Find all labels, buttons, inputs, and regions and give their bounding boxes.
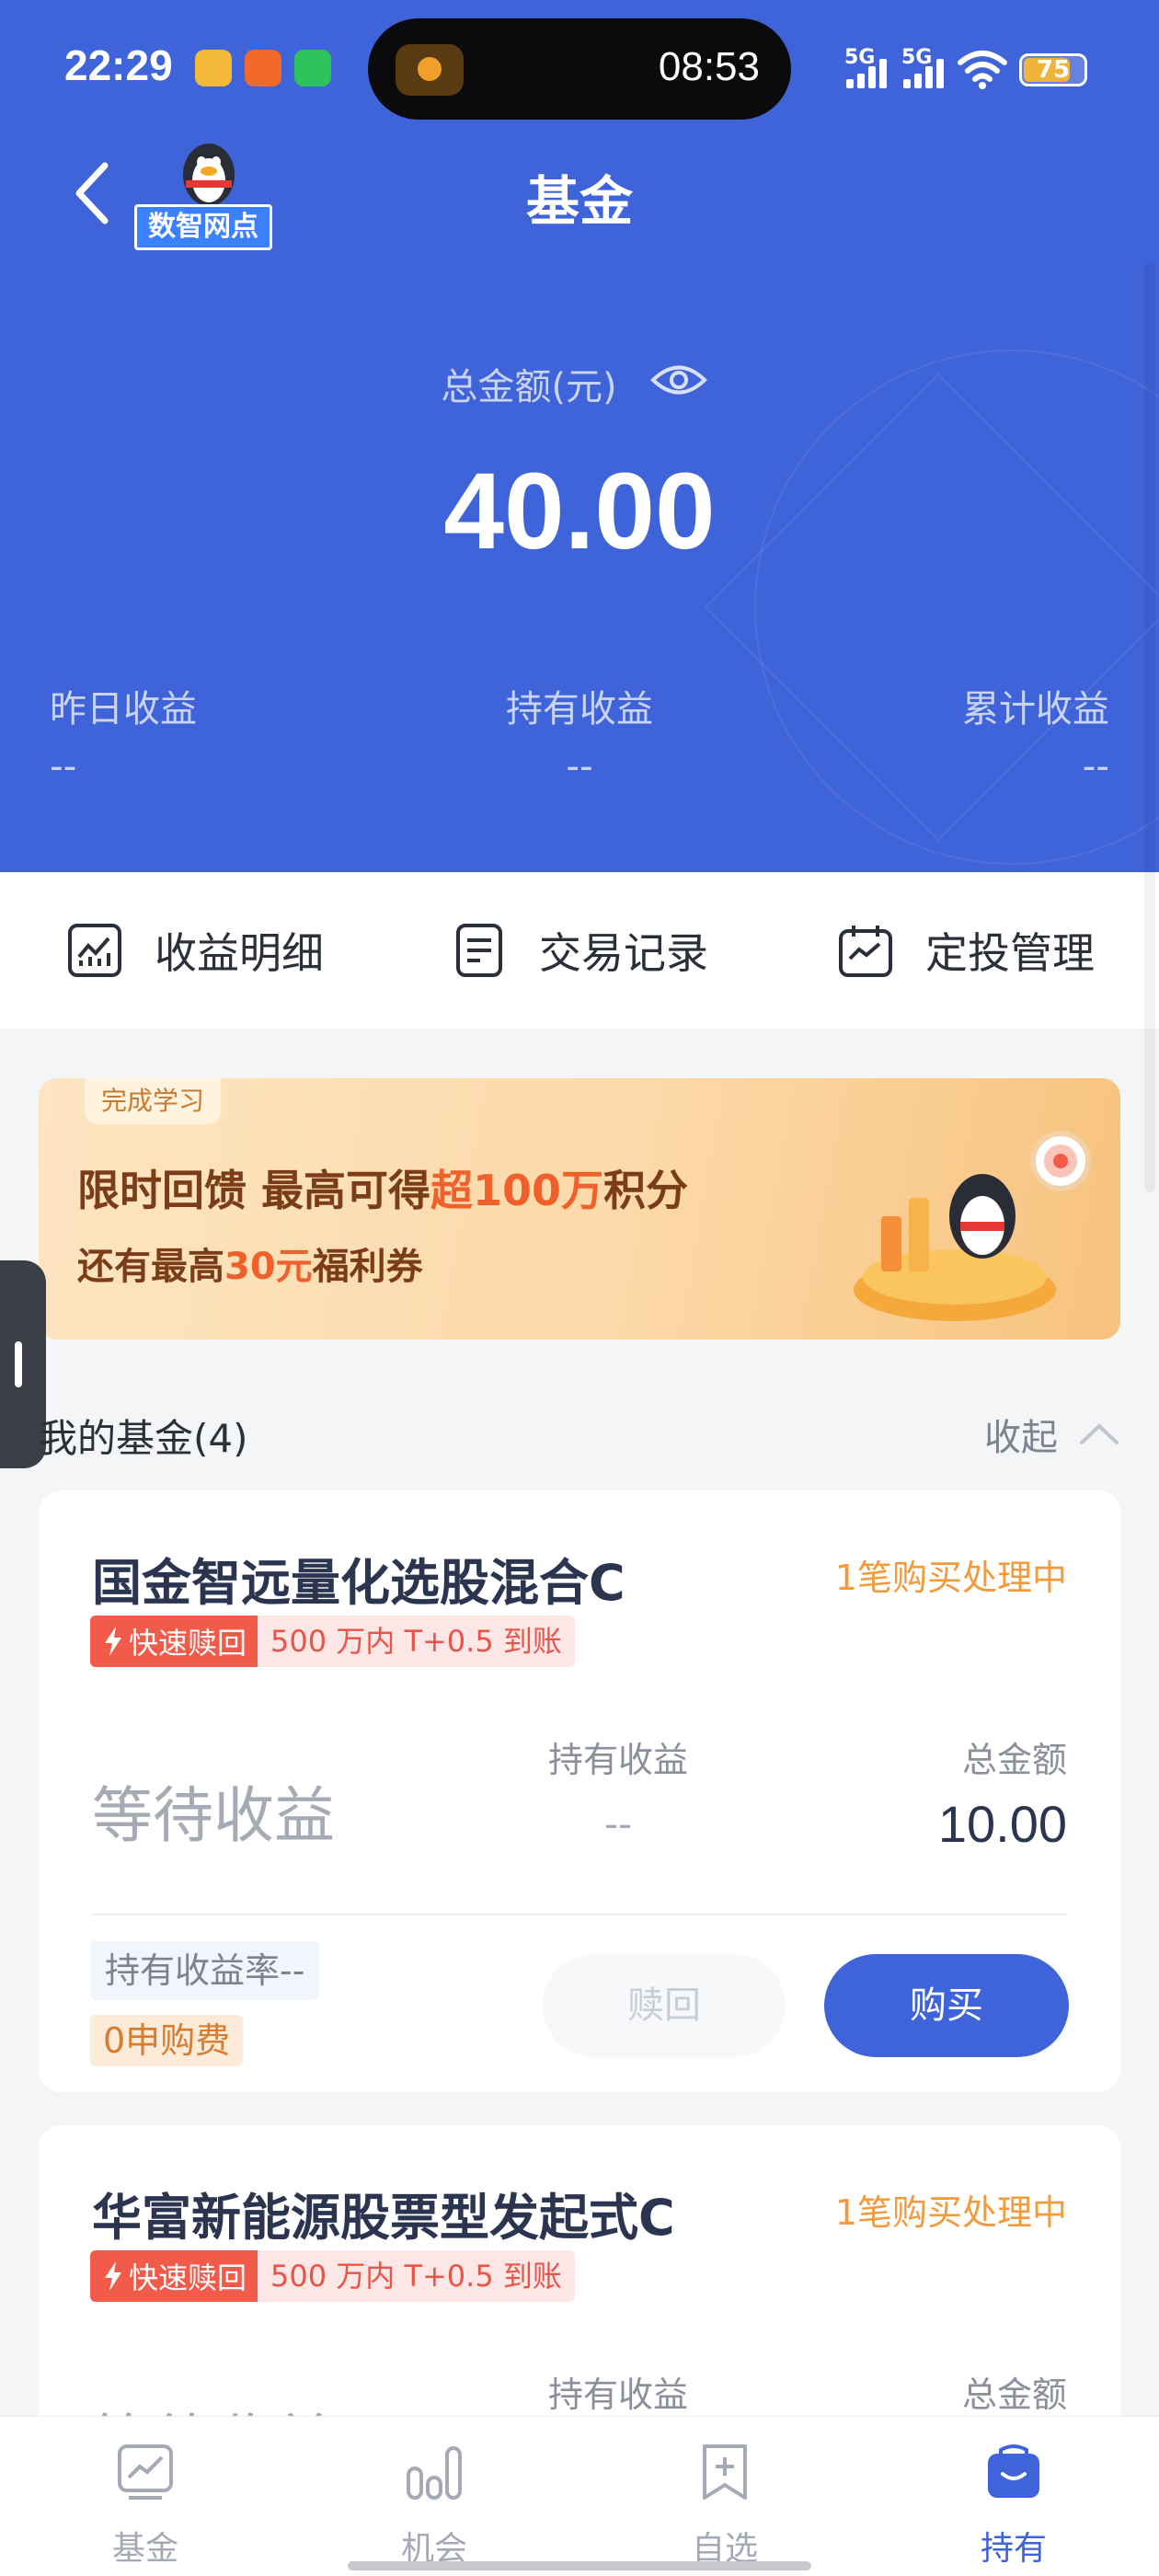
stat-cumulative-label: 累计收益 — [962, 688, 1109, 730]
header-panel: 22:29 08:53 5G 5G 75 数智网点 基金 总金额(元) 40.0… — [0, 0, 1159, 872]
tab-watchlist[interactable]: 自选 — [633, 2417, 817, 2576]
holding-rate-chip: 持有收益率-- — [90, 1941, 320, 2000]
app-notification-icon — [195, 50, 232, 86]
fast-redeem-tag: 快速赎回 500 万内 T+0.5 到账 — [90, 1616, 575, 1667]
banner-subline: 还有最高30元福利券 — [77, 1246, 423, 1288]
tab-opportunity[interactable]: 机会 — [342, 2417, 526, 2576]
promo-banner[interactable]: 完成学习 限时回馈 最高可得超100万积分 还有最高30元福利券 — [39, 1078, 1120, 1340]
calendar-icon — [839, 926, 892, 977]
battery-icon: 75 — [1019, 53, 1087, 86]
divider — [92, 1914, 1067, 1915]
action-auto-invest[interactable]: 定投管理 — [837, 872, 1095, 1029]
tab-holdings[interactable]: 持有 — [922, 2417, 1106, 2576]
scrollbar[interactable] — [1144, 263, 1155, 1192]
action-transaction-records[interactable]: 交易记录 — [451, 872, 708, 1029]
fast-redeem-info: 500 万内 T+0.5 到账 — [258, 2250, 575, 2302]
action-label: 收益明细 — [155, 928, 324, 978]
banner-tag: 完成学习 — [85, 1078, 222, 1124]
eye-icon[interactable] — [649, 357, 708, 403]
timer-icon — [396, 44, 464, 96]
fund-status[interactable]: 1笔购买处理中 — [835, 1549, 1067, 1600]
stat-cumulative-value: -- — [1082, 743, 1109, 788]
fund-status[interactable]: 1笔购买处理中 — [835, 2184, 1067, 2235]
tab-label: 持有 — [980, 2530, 1047, 2568]
quick-actions: 收益明细 交易记录 定投管理 — [0, 872, 1159, 1029]
home-indicator[interactable] — [348, 2561, 811, 2570]
lightning-icon — [105, 1627, 121, 1656]
chevron-up-icon[interactable] — [1076, 1415, 1122, 1452]
chart-icon — [68, 924, 121, 977]
holding-earnings-value: -- — [603, 1801, 633, 1846]
fast-redeem-info: 500 万内 T+0.5 到账 — [258, 1616, 575, 1667]
fast-redeem-tag: 快速赎回 500 万内 T+0.5 到账 — [90, 2250, 575, 2302]
total-amount-label: 总金额(元) — [441, 366, 617, 408]
tab-label: 基金 — [111, 2530, 178, 2568]
my-funds-title: 我的基金(4) — [39, 1416, 248, 1461]
fund-card[interactable]: 华富新能源股票型发起式C 1笔购买处理中 快速赎回 500 万内 T+0.5 到… — [39, 2125, 1120, 2456]
wifi-icon — [958, 51, 1007, 89]
banner-headline: 限时回馈 最高可得超100万积分 — [77, 1166, 689, 1215]
fund-chart-icon — [118, 2444, 173, 2500]
collapse-button[interactable]: 收起 — [984, 1408, 1058, 1461]
bottom-tab-bar: 基金 机会 自选 持有 — [0, 2416, 1159, 2576]
fund-total-value: 10.00 — [937, 1795, 1067, 1853]
lightning-icon — [105, 2261, 121, 2291]
signal-bars-icon — [903, 57, 947, 88]
fund-total-label: 总金额 — [961, 1740, 1067, 1780]
island-timer-text: 08:53 — [658, 44, 760, 89]
bar-chart-icon — [407, 2446, 462, 2500]
subscription-fee-chip: 0申购费 — [90, 2015, 244, 2066]
buy-button[interactable]: 购买 — [824, 1954, 1069, 2057]
document-icon — [456, 924, 502, 977]
battery-level: 75 — [1036, 56, 1071, 84]
fund-total-label: 总金额 — [961, 2375, 1067, 2415]
wechat-icon — [294, 50, 331, 86]
fund-name: 国金智远量化选股混合C — [92, 1554, 625, 1612]
holding-earnings-label: 持有收益 — [547, 2375, 688, 2415]
holding-earnings-label: 持有收益 — [547, 1740, 688, 1780]
action-label: 定投管理 — [925, 928, 1095, 978]
bookmark-add-icon — [703, 2444, 747, 2500]
app-notification-icon — [245, 50, 281, 86]
action-label: 交易记录 — [539, 928, 708, 978]
fund-name: 华富新能源股票型发起式C — [92, 2189, 675, 2247]
signal-bars-icon — [846, 57, 890, 88]
dynamic-island: 08:53 — [368, 18, 791, 120]
fast-redeem-label: 快速赎回 — [129, 2260, 247, 2295]
fast-redeem-label: 快速赎回 — [129, 1626, 247, 1661]
tab-fund[interactable]: 基金 — [53, 2417, 237, 2576]
clock: 22:29 — [64, 41, 173, 89]
penguin-target-illustration — [854, 1131, 1091, 1321]
action-earnings-detail[interactable]: 收益明细 — [66, 872, 324, 1029]
wallet-bag-icon — [988, 2444, 1039, 2498]
stat-holding-value: -- — [566, 743, 593, 788]
redeem-button[interactable]: 赎回 — [543, 1954, 786, 2057]
status-bar: 22:29 08:53 5G 5G 75 — [0, 0, 1159, 138]
page-title: 基金 — [525, 170, 633, 233]
total-amount-value: 40.00 — [443, 451, 716, 572]
pending-earnings-text: 等待收益 — [92, 1780, 335, 1851]
fund-card[interactable]: 国金智远量化选股混合C 1笔购买处理中 快速赎回 500 万内 T+0.5 到账… — [39, 1490, 1120, 2092]
